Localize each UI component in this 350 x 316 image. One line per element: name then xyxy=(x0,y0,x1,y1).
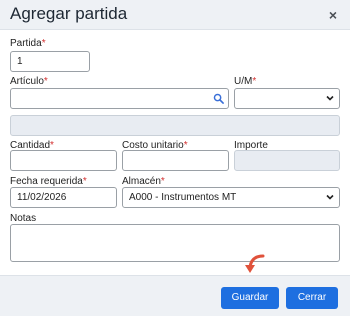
chevron-down-icon xyxy=(326,194,334,200)
um-select[interactable] xyxy=(234,88,340,109)
search-icon[interactable] xyxy=(213,93,224,104)
almacen-label: Almacén* xyxy=(122,176,165,187)
fecha-requerida-label: Fecha requerida* xyxy=(10,176,87,187)
description-field xyxy=(10,115,340,136)
partida-input[interactable]: 1 xyxy=(10,51,90,72)
notas-label: Notas xyxy=(10,213,37,224)
cantidad-input[interactable] xyxy=(10,150,117,171)
almacen-select[interactable]: A000 - Instrumentos MT xyxy=(122,187,340,208)
save-button[interactable]: Guardar xyxy=(221,287,279,309)
articulo-label: Artículo* xyxy=(10,76,48,87)
notas-textarea[interactable] xyxy=(10,224,340,262)
dialog-footer: Guardar Cerrar xyxy=(0,275,350,316)
articulo-input[interactable] xyxy=(10,88,229,109)
close-icon[interactable]: × xyxy=(326,8,340,22)
importe-field xyxy=(234,150,340,171)
costo-unitario-input[interactable] xyxy=(122,150,229,171)
fecha-requerida-input[interactable]: 11/02/2026 xyxy=(10,187,117,208)
um-label: U/M* xyxy=(234,76,257,87)
chevron-down-icon xyxy=(326,95,334,101)
dialog-title: Agregar partida xyxy=(10,4,128,23)
annotation-arrow-icon xyxy=(245,254,265,273)
partida-label: Partida* xyxy=(10,38,46,49)
dialog-header: Agregar partida × xyxy=(0,0,350,30)
cancel-button[interactable]: Cerrar xyxy=(286,287,338,309)
